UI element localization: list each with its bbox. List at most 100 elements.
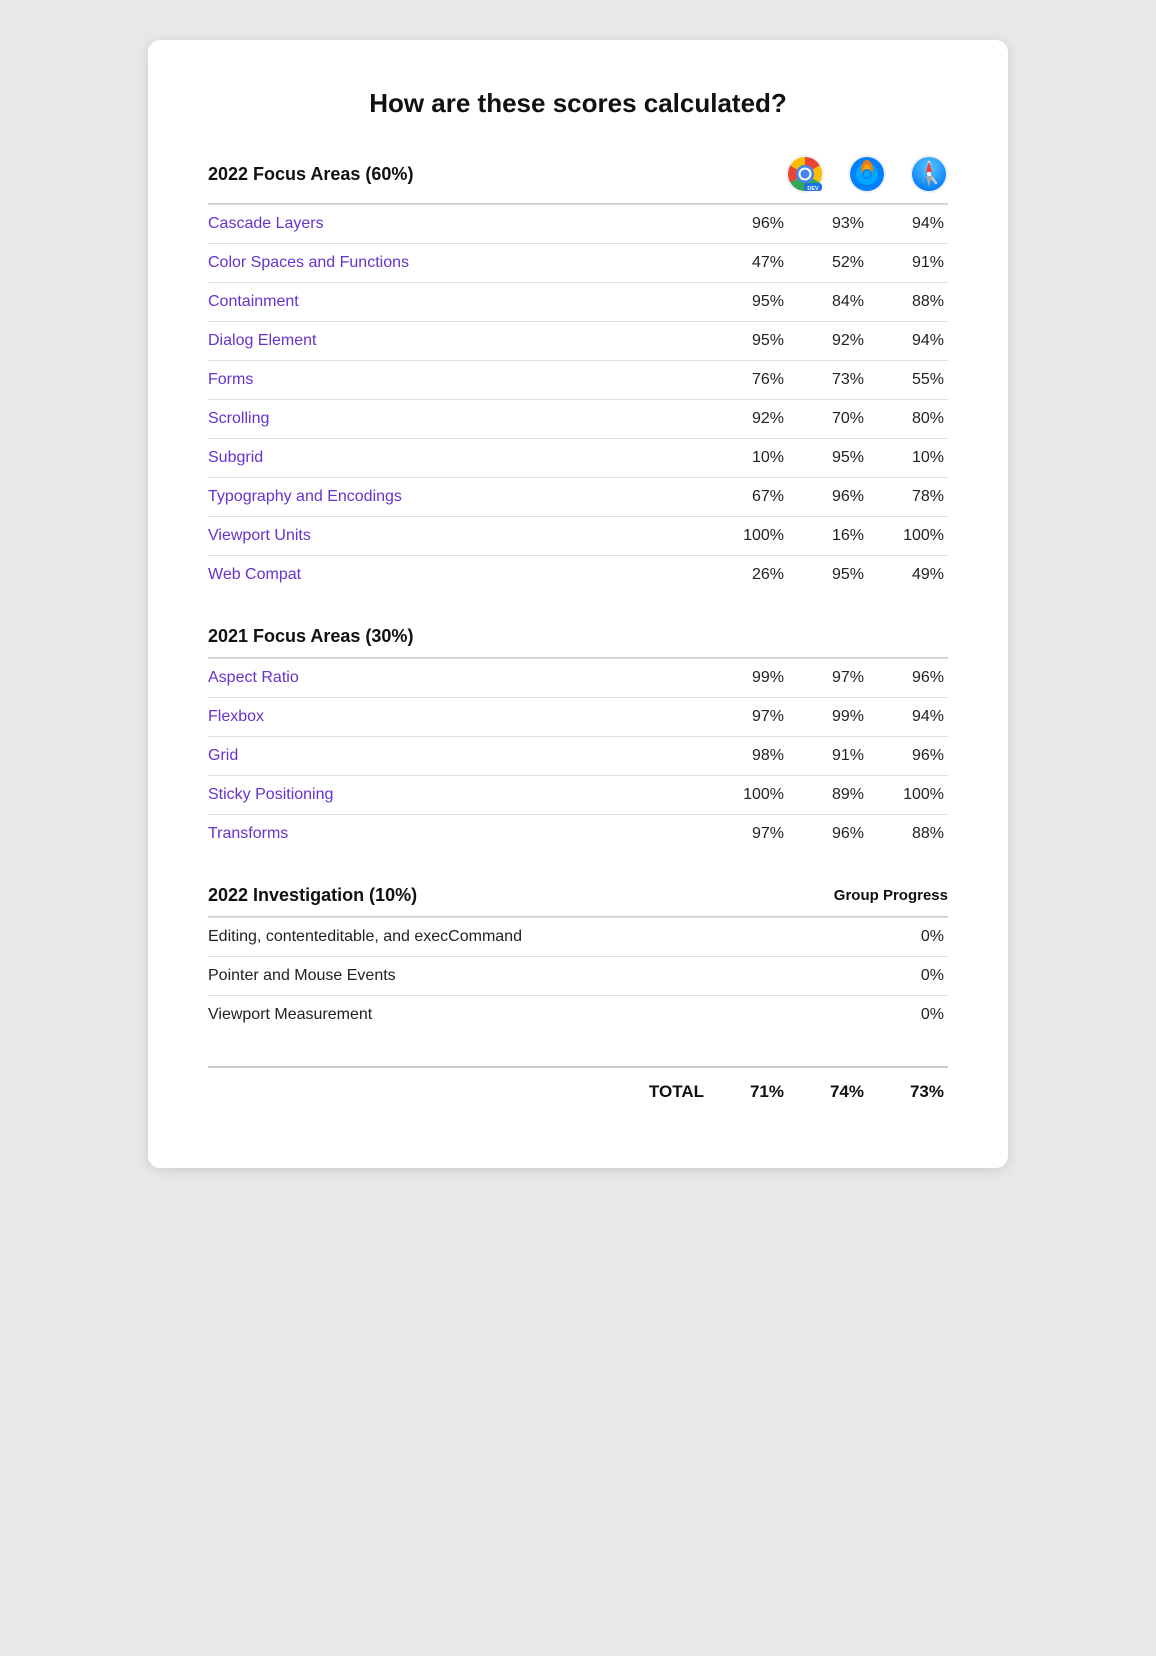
row-v2: 70% bbox=[788, 400, 868, 439]
table-row: Editing, contenteditable, and execComman… bbox=[208, 918, 948, 957]
row-v1: 95% bbox=[708, 283, 788, 322]
row-v3: 96% bbox=[868, 659, 948, 698]
total-v3: 73% bbox=[868, 1067, 948, 1112]
row-v1: 98% bbox=[708, 737, 788, 776]
row-v2: 97% bbox=[788, 659, 868, 698]
row-label: Editing, contenteditable, and execComman… bbox=[208, 918, 868, 957]
row-v1: 100% bbox=[708, 776, 788, 815]
row-v3: 10% bbox=[868, 439, 948, 478]
row-v2: 99% bbox=[788, 698, 868, 737]
section-2022-title: 2022 Focus Areas (60%) bbox=[208, 164, 786, 185]
table-investigation: Editing, contenteditable, and execComman… bbox=[208, 917, 948, 1034]
row-v2: 73% bbox=[788, 361, 868, 400]
row-label[interactable]: Color Spaces and Functions bbox=[208, 244, 708, 283]
table-row: Viewport Units 100% 16% 100% bbox=[208, 517, 948, 556]
row-v1: 26% bbox=[708, 556, 788, 595]
row-v1: 96% bbox=[708, 205, 788, 244]
table-2021-focus: Aspect Ratio 99% 97% 96% Flexbox 97% 99%… bbox=[208, 658, 948, 853]
row-label[interactable]: Subgrid bbox=[208, 439, 708, 478]
chrome-icon: DEV bbox=[786, 155, 824, 193]
totals-table: TOTAL 71% 74% 73% bbox=[208, 1066, 948, 1112]
total-v1: 71% bbox=[708, 1067, 788, 1112]
row-v2: 92% bbox=[788, 322, 868, 361]
row-v3: 94% bbox=[868, 205, 948, 244]
table-row: Aspect Ratio 99% 97% 96% bbox=[208, 659, 948, 698]
row-v3: 88% bbox=[868, 815, 948, 854]
row-label[interactable]: Containment bbox=[208, 283, 708, 322]
row-v3: 96% bbox=[868, 737, 948, 776]
section-2022-focus: 2022 Focus Areas (60%) bbox=[208, 155, 948, 594]
main-card: How are these scores calculated? 2022 Fo… bbox=[148, 40, 1008, 1168]
table-2022-focus: Cascade Layers 96% 93% 94% Color Spaces … bbox=[208, 204, 948, 594]
row-v1: 76% bbox=[708, 361, 788, 400]
row-v2: 16% bbox=[788, 517, 868, 556]
row-v1: 67% bbox=[708, 478, 788, 517]
row-v1: 10% bbox=[708, 439, 788, 478]
row-v2: 52% bbox=[788, 244, 868, 283]
row-v3: 55% bbox=[868, 361, 948, 400]
table-row: Pointer and Mouse Events 0% bbox=[208, 957, 948, 996]
row-label[interactable]: Grid bbox=[208, 737, 708, 776]
table-row: Subgrid 10% 95% 10% bbox=[208, 439, 948, 478]
table-row: Web Compat 26% 95% 49% bbox=[208, 556, 948, 595]
row-v3: 94% bbox=[868, 322, 948, 361]
row-v1: 95% bbox=[708, 322, 788, 361]
total-label: TOTAL bbox=[208, 1067, 708, 1112]
row-v1: 99% bbox=[708, 659, 788, 698]
section-2022-header-row: 2022 Focus Areas (60%) bbox=[208, 155, 948, 203]
row-v3: 78% bbox=[868, 478, 948, 517]
row-label[interactable]: Aspect Ratio bbox=[208, 659, 708, 698]
row-v3: 100% bbox=[868, 517, 948, 556]
table-row: Dialog Element 95% 92% 94% bbox=[208, 322, 948, 361]
total-v2: 74% bbox=[788, 1067, 868, 1112]
section-2022-investigation: 2022 Investigation (10%) Group Progress … bbox=[208, 885, 948, 1034]
row-v: 0% bbox=[868, 996, 948, 1035]
row-label[interactable]: Flexbox bbox=[208, 698, 708, 737]
row-label[interactable]: Scrolling bbox=[208, 400, 708, 439]
row-label: Viewport Measurement bbox=[208, 996, 868, 1035]
row-label[interactable]: Viewport Units bbox=[208, 517, 708, 556]
row-v3: 100% bbox=[868, 776, 948, 815]
page-title: How are these scores calculated? bbox=[208, 88, 948, 119]
row-label[interactable]: Forms bbox=[208, 361, 708, 400]
row-v1: 92% bbox=[708, 400, 788, 439]
browser-icons: DEV bbox=[786, 155, 948, 193]
row-v1: 100% bbox=[708, 517, 788, 556]
row-v2: 93% bbox=[788, 205, 868, 244]
row-v3: 94% bbox=[868, 698, 948, 737]
row-v2: 96% bbox=[788, 815, 868, 854]
section-2021-focus: 2021 Focus Areas (30%) Aspect Ratio 99% … bbox=[208, 626, 948, 853]
table-row: Scrolling 92% 70% 80% bbox=[208, 400, 948, 439]
table-row: Cascade Layers 96% 93% 94% bbox=[208, 205, 948, 244]
row-v2: 96% bbox=[788, 478, 868, 517]
row-label[interactable]: Transforms bbox=[208, 815, 708, 854]
section-investigation-header-row: 2022 Investigation (10%) Group Progress bbox=[208, 885, 948, 916]
firefox-icon bbox=[848, 155, 886, 193]
row-v2: 95% bbox=[788, 439, 868, 478]
row-v1: 97% bbox=[708, 698, 788, 737]
group-progress-label: Group Progress bbox=[834, 887, 948, 904]
table-row: Forms 76% 73% 55% bbox=[208, 361, 948, 400]
row-v3: 88% bbox=[868, 283, 948, 322]
total-row: TOTAL 71% 74% 73% bbox=[208, 1067, 948, 1112]
row-v2: 84% bbox=[788, 283, 868, 322]
row-label[interactable]: Cascade Layers bbox=[208, 205, 708, 244]
table-row: Transforms 97% 96% 88% bbox=[208, 815, 948, 854]
row-v3: 49% bbox=[868, 556, 948, 595]
row-label[interactable]: Web Compat bbox=[208, 556, 708, 595]
safari-icon bbox=[910, 155, 948, 193]
section-2021-title: 2021 Focus Areas (30%) bbox=[208, 626, 948, 647]
section-investigation-title: 2022 Investigation (10%) bbox=[208, 885, 834, 906]
section-2021-header-row: 2021 Focus Areas (30%) bbox=[208, 626, 948, 657]
table-row: Sticky Positioning 100% 89% 100% bbox=[208, 776, 948, 815]
row-v: 0% bbox=[868, 918, 948, 957]
row-label[interactable]: Sticky Positioning bbox=[208, 776, 708, 815]
row-v: 0% bbox=[868, 957, 948, 996]
table-row: Typography and Encodings 67% 96% 78% bbox=[208, 478, 948, 517]
table-row: Viewport Measurement 0% bbox=[208, 996, 948, 1035]
row-v3: 80% bbox=[868, 400, 948, 439]
row-v2: 95% bbox=[788, 556, 868, 595]
row-label[interactable]: Dialog Element bbox=[208, 322, 708, 361]
row-label[interactable]: Typography and Encodings bbox=[208, 478, 708, 517]
row-v2: 89% bbox=[788, 776, 868, 815]
